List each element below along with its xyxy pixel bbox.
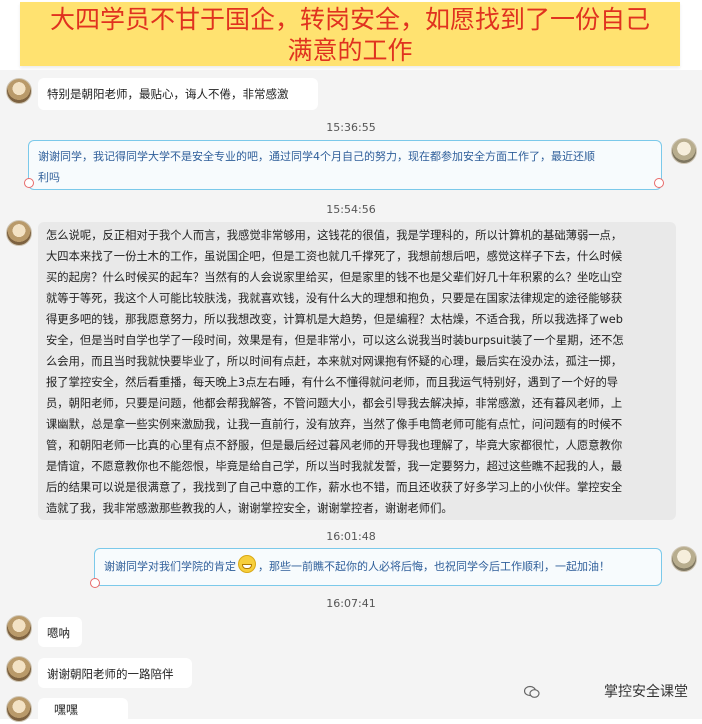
student-avatar[interactable] [6, 696, 32, 722]
message-text: 嘿嘿 [54, 703, 79, 717]
teacher-avatar[interactable] [671, 546, 697, 572]
watermark-text: 掌控安全课堂 [604, 684, 688, 700]
message-text-line: 怎么说呢，反正相对于我个人而言，我感觉非常够用，这钱花的很值，我是学理科的，所以… [46, 229, 623, 242]
reply-marker-icon [654, 178, 664, 188]
message-text-line: 得更多吧的钱，那我愿意努力，所以我想改变，计算机是大趋势，但是编程？太枯燥，不适… [46, 313, 623, 326]
teacher-reply-message: 谢谢同学对我们学院的肯定 ，那些一前瞧不起你的人必将后悔，也祝同学今后工作顺利，一… [94, 548, 662, 586]
teacher-reply-message: 谢谢同学，我记得同学大学不是安全专业的吧，通过同学4个月自己的努力，现在都参加安… [28, 140, 662, 190]
message-text-line: 么会用，而且当时我就快要毕业了，所以时间有点赶，本来就对网课抱有怀疑的心理，最后… [46, 355, 623, 368]
message-text-line: 报了掌控安全，然后看重播，每天晚上3点左右睡，有什么不懂得就问老师，而且我运气特… [46, 376, 619, 389]
chat-message: 特别是朝阳老师，最贴心，诲人不倦，非常感激 [38, 78, 318, 110]
message-text: 嗯呐 [47, 626, 70, 640]
message-text-line: 就等于等死，我这个人可能比较肤浅，我就喜欢钱，没有什么大的理想和抱负，只要是在国… [46, 292, 623, 305]
message-text-line: 安全，但是当时自学也学了一段时间，效果是有，但是非常小，可以这么说我当时装bur… [46, 334, 624, 347]
headline-banner: 大四学员不甘于国企，转岗安全，如愿找到了一份自己 满意的工作 [0, 0, 702, 70]
headline-line-2: 满意的工作 [287, 36, 413, 65]
long-chat-message: 怎么说呢，反正相对于我个人而言，我感觉非常够用，这钱花的很值，我是学理科的，所以… [38, 222, 676, 520]
message-text-line: 后的结果可以说是很满意了，我找到了自己中意的工作，薪水也不错，而且还收获了好多学… [46, 481, 623, 494]
message-text-line: 大四本来找了一份土木的工作，虽说国企吧，但是工资也就几千撑死了，我想前想后吧，感… [46, 250, 623, 263]
message-text-line: 员，朝阳老师，只要是问题，他都会帮我解答，不管问题大小，都会引导我去解决掉，非常… [46, 397, 623, 410]
message-text: 谢谢朝阳老师的一路陪伴 [47, 667, 174, 681]
message-text: 特别是朝阳老师，最贴心，诲人不倦，非常感激 [47, 87, 289, 101]
message-text: 谢谢同学对我们学院的肯定 [104, 560, 236, 573]
chat-transcript: 特别是朝阳老师，最贴心，诲人不倦，非常感激 15:36:55 谢谢同学，我记得同… [0, 70, 702, 724]
message-text-line: 是情谊，不愿意教你也不能怨恨，毕竟是给自己学，所以当时我就发誓，我一定要努力，超… [46, 460, 623, 473]
chat-message: 嘿嘿 [38, 698, 128, 724]
timestamp: 15:36:55 [326, 121, 376, 134]
headline-box: 大四学员不甘于国企，转岗安全，如愿找到了一份自己 满意的工作 [20, 2, 680, 66]
timestamp: 15:54:56 [326, 203, 376, 216]
message-text-line: 买的起房？什么时候买的起车？当然有的人会说家里给买，但是家里的钱不也是父辈们好几… [46, 271, 623, 284]
wechat-official-account-icon [524, 685, 540, 698]
message-text-line: 课幽默，总是拿一些实例来激励我，让我一直前行，没有放弃，当然了像手电筒老师可能有… [46, 418, 623, 431]
student-avatar[interactable] [6, 220, 32, 246]
headline-line-1: 大四学员不甘于国企，转岗安全，如愿找到了一份自己 [49, 5, 650, 34]
message-text-line: 利吗 [38, 171, 60, 184]
message-text: ，那些一前瞧不起你的人必将后悔，也祝同学今后工作顺利，一起加油！ [258, 560, 610, 573]
timestamp: 16:01:48 [326, 530, 376, 543]
student-avatar[interactable] [6, 656, 32, 682]
chat-message: 嗯呐 [38, 617, 82, 647]
teacher-avatar[interactable] [671, 138, 697, 164]
student-avatar[interactable] [6, 615, 32, 641]
student-avatar[interactable] [6, 78, 32, 104]
message-text-line: 谢谢同学，我记得同学大学不是安全专业的吧，通过同学4个月自己的努力，现在都参加安… [38, 150, 595, 163]
message-text-line: 造就了我，我非常感激那些教我的人，谢谢掌控安全，谢谢掌控者，谢谢老师们。 [46, 502, 453, 515]
reply-marker-icon [24, 178, 34, 188]
grin-emoji-icon [238, 555, 256, 573]
reply-marker-icon [90, 578, 100, 588]
chat-message: 谢谢朝阳老师的一路陪伴 [38, 658, 192, 688]
timestamp: 16:07:41 [326, 597, 376, 610]
message-text-line: 管，和朝阳老师一比真的心里有点不舒服，但是最后经过暮风老师的开导我也理解了，毕竟… [46, 439, 623, 452]
